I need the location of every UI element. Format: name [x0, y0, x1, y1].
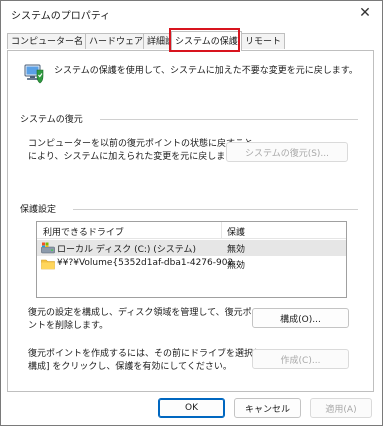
column-separator[interactable] [221, 222, 222, 239]
cancel-button[interactable]: キャンセル [234, 398, 301, 418]
configure-description: 復元の設定を構成し、ディスク領域を管理して、復元ポイ ントを削除します。 [28, 307, 261, 333]
apply-button[interactable]: 適用(A) [310, 398, 372, 418]
column-header-drives[interactable]: 利用できるドライブ [43, 225, 124, 238]
tab-highlight-frame [169, 28, 240, 52]
configure-line2: ントを削除します。 [28, 321, 109, 331]
drive-list-header: 利用できるドライブ 保護 [37, 222, 346, 239]
system-restore-line2: により、システムに加えられた変更を元に戻します。 [28, 152, 243, 162]
create-description: 復元ポイントを作成するには、その前にドライブを選択して [ 構成] をクリックし… [28, 348, 277, 374]
system-drive-icon [41, 242, 55, 254]
drive-row[interactable]: ¥¥?¥Volume{5352d1af-dba1-4276-902... 無効 [37, 256, 346, 272]
intro-description: システムの保護を使用して、システムに加えた不要な変更を元に戻します。 [54, 66, 358, 76]
drive-row[interactable]: ローカル ディスク (C:) (システム) 無効 [37, 240, 346, 256]
drive-protection-status: 無効 [227, 245, 246, 255]
ok-button[interactable]: OK [158, 398, 225, 418]
drive-name: ¥¥?¥Volume{5352d1af-dba1-4276-902... [57, 258, 242, 268]
system-restore-button[interactable]: システムの復元(S)... [226, 142, 348, 162]
drive-list[interactable]: 利用できるドライブ 保護 ローカル ディスク (C:) (システム) 無効 ¥¥… [36, 221, 347, 298]
column-header-protection[interactable]: 保護 [227, 225, 245, 238]
protection-settings-label: 保護設定 [20, 205, 57, 215]
drive-protection-status: 無効 [227, 261, 246, 271]
system-restore-description: コンピューターを以前の復元ポイントの状態に戻すこと により、システムに加えられた… [28, 138, 253, 164]
system-restore-line1: コンピューターを以前の復元ポイントの状態に戻すこと [28, 139, 254, 149]
tab-computer-name[interactable]: コンピューター名 [7, 33, 88, 49]
window-title: システムのプロパティ [11, 11, 111, 22]
folder-icon [41, 259, 55, 270]
system-properties-window: システムのプロパティ ✕ コンピューター名 ハードウェア 詳細設定 システムの保… [0, 0, 383, 426]
system-protection-icon [24, 64, 44, 84]
configure-line1: 復元の設定を構成し、ディスク領域を管理して、復元ポイ [28, 308, 261, 318]
create-button[interactable]: 作成(C)... [252, 349, 349, 369]
drive-name: ローカル ディスク (C:) (システム) [57, 245, 197, 255]
create-line1: 復元ポイントを作成するには、その前にドライブを選択して [ [28, 349, 278, 359]
tab-hardware[interactable]: ハードウェア [85, 33, 148, 49]
system-protection-panel: システムの保護を使用して、システムに加えた不要な変更を元に戻します。 システムの… [7, 50, 374, 392]
tab-remote[interactable]: リモート [241, 33, 286, 49]
close-icon[interactable]: ✕ [354, 3, 376, 23]
section-divider [100, 119, 358, 120]
section-divider [73, 209, 358, 210]
configure-button[interactable]: 構成(O)... [252, 308, 349, 328]
create-line2: 構成] をクリックし、保護を有効にしてください。 [28, 362, 232, 372]
system-restore-label: システムの復元 [20, 115, 83, 125]
